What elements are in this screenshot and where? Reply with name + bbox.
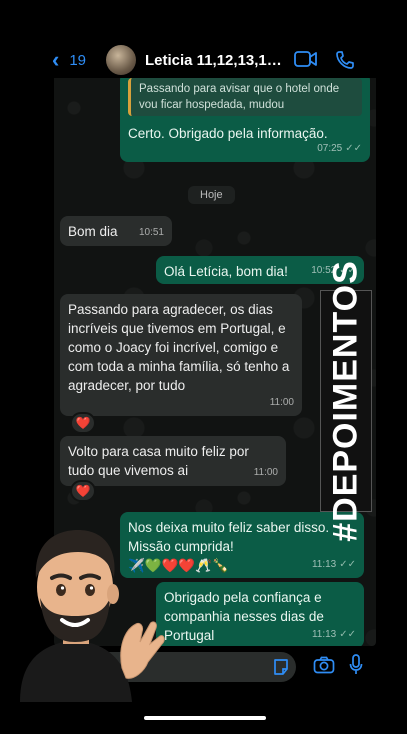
date-separator: Hoje bbox=[188, 186, 235, 204]
microphone-icon[interactable] bbox=[349, 654, 363, 676]
hashtag-banner: #DEPOIMENTOS bbox=[320, 260, 372, 542]
outgoing-message[interactable]: Obrigado pela confiança e companhia ness… bbox=[156, 582, 364, 646]
hashtag-text: #DEPOIMENTOS bbox=[326, 260, 365, 542]
message-time: 11:00 bbox=[269, 397, 294, 408]
camera-icon[interactable] bbox=[313, 656, 335, 674]
chevron-left-icon: ‹ bbox=[52, 47, 60, 72]
message-time: 11:13 ✓✓ bbox=[311, 559, 356, 570]
read-ticks-icon: ✓✓ bbox=[345, 143, 362, 154]
quoted-message[interactable]: Passando para avisar que o hotel onde vo… bbox=[128, 78, 362, 116]
message-text: Olá Letícia, bom dia! bbox=[164, 264, 288, 279]
incoming-message[interactable]: Volto para casa muito feliz por tudo que… bbox=[60, 436, 286, 486]
unread-count: 19 bbox=[69, 51, 87, 69]
sticker-icon[interactable] bbox=[272, 658, 290, 676]
back-button[interactable]: ‹ 19 bbox=[52, 47, 87, 72]
chat-header: ‹ 19 Leticia 11,12,13,14... bbox=[0, 0, 407, 78]
incoming-message[interactable]: Bom dia 10:51 bbox=[60, 216, 172, 246]
heart-reaction[interactable]: ❤️ bbox=[70, 480, 96, 502]
message-time: 11:00 bbox=[253, 467, 278, 478]
message-time: 11:13 ✓✓ bbox=[311, 629, 356, 640]
message-time: 10:51 bbox=[138, 227, 164, 238]
home-indicator bbox=[144, 716, 266, 720]
message-text: Volto para casa muito feliz por tudo que… bbox=[68, 444, 249, 478]
read-ticks-icon: ✓✓ bbox=[339, 559, 356, 570]
message-text: Bom dia bbox=[68, 224, 118, 239]
message-text: Passando para agradecer, os dias incríve… bbox=[68, 302, 290, 393]
heart-reaction[interactable]: ❤️ bbox=[70, 412, 96, 434]
contact-avatar[interactable] bbox=[106, 45, 136, 75]
message-time: 07:25 ✓✓ bbox=[317, 143, 362, 154]
read-ticks-icon: ✓✓ bbox=[339, 629, 356, 640]
whatsapp-chat-screen: ‹ 19 Leticia 11,12,13,14... Passando par… bbox=[0, 0, 407, 734]
memoji-avatar bbox=[20, 530, 165, 702]
phone-icon[interactable] bbox=[335, 50, 355, 70]
incoming-message[interactable]: Passando para agradecer, os dias incríve… bbox=[60, 294, 302, 416]
contact-name[interactable]: Leticia 11,12,13,14... bbox=[145, 52, 285, 69]
video-call-icon[interactable] bbox=[294, 50, 318, 68]
outgoing-message-reply[interactable]: Passando para avisar que o hotel onde vo… bbox=[120, 78, 370, 162]
